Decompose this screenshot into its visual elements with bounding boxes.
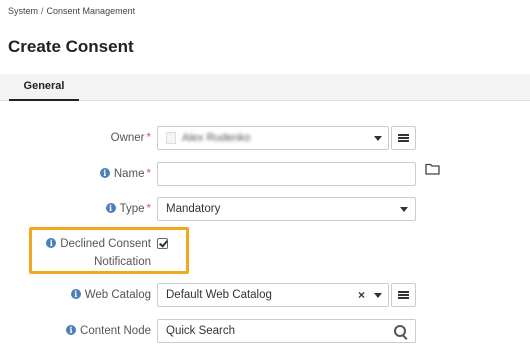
clear-icon[interactable]: × xyxy=(358,288,365,302)
page-title: Create Consent xyxy=(8,37,134,56)
name-label: i Name * xyxy=(99,168,151,180)
owner-value: Alex Rudenko xyxy=(182,132,251,144)
content-node-label: i Content Node xyxy=(66,325,151,337)
name-input[interactable] xyxy=(157,162,416,186)
content-node-search-input[interactable]: Quick Search xyxy=(157,319,416,343)
info-icon[interactable]: i xyxy=(99,168,110,178)
declined-consent-checkbox[interactable] xyxy=(157,238,168,249)
owner-menu-button[interactable] xyxy=(391,126,416,150)
info-icon[interactable]: i xyxy=(46,238,57,248)
breadcrumb-separator: / xyxy=(41,6,44,16)
chevron-down-icon[interactable] xyxy=(374,136,382,141)
web-catalog-label: i Web Catalog xyxy=(70,289,151,301)
declined-consent-label: i Declined Consent xyxy=(46,238,151,250)
web-catalog-value: Default Web Catalog xyxy=(166,289,272,301)
required-marker: * xyxy=(146,168,151,180)
web-catalog-select[interactable]: Default Web Catalog × xyxy=(157,283,389,307)
chevron-down-icon[interactable] xyxy=(400,207,408,212)
breadcrumb-item-system[interactable]: System xyxy=(8,6,38,16)
type-label: i Type * xyxy=(105,203,151,215)
web-catalog-menu-button[interactable] xyxy=(391,283,416,307)
declined-consent-label-line2: Notification xyxy=(94,256,151,268)
type-value: Mandatory xyxy=(166,203,221,215)
type-select[interactable]: Mandatory xyxy=(157,197,416,221)
info-icon[interactable]: i xyxy=(66,325,77,335)
folder-icon[interactable] xyxy=(425,163,440,175)
search-placeholder: Quick Search xyxy=(166,325,236,337)
user-avatar-icon xyxy=(166,132,176,144)
chevron-down-icon[interactable] xyxy=(374,293,382,298)
owner-select[interactable]: Alex Rudenko xyxy=(157,126,389,150)
search-icon[interactable] xyxy=(394,325,406,337)
required-marker: * xyxy=(146,203,151,215)
breadcrumb-item-consent-management[interactable]: Consent Management xyxy=(47,6,136,16)
required-marker: * xyxy=(146,132,151,144)
menu-icon xyxy=(398,134,409,142)
owner-label: Owner * xyxy=(110,132,151,144)
menu-icon xyxy=(398,291,409,299)
info-icon[interactable]: i xyxy=(70,289,81,299)
breadcrumb: System / Consent Management xyxy=(8,6,135,16)
tab-general[interactable]: General xyxy=(9,74,79,101)
tab-bar: General xyxy=(0,74,530,101)
info-icon[interactable]: i xyxy=(105,203,116,213)
